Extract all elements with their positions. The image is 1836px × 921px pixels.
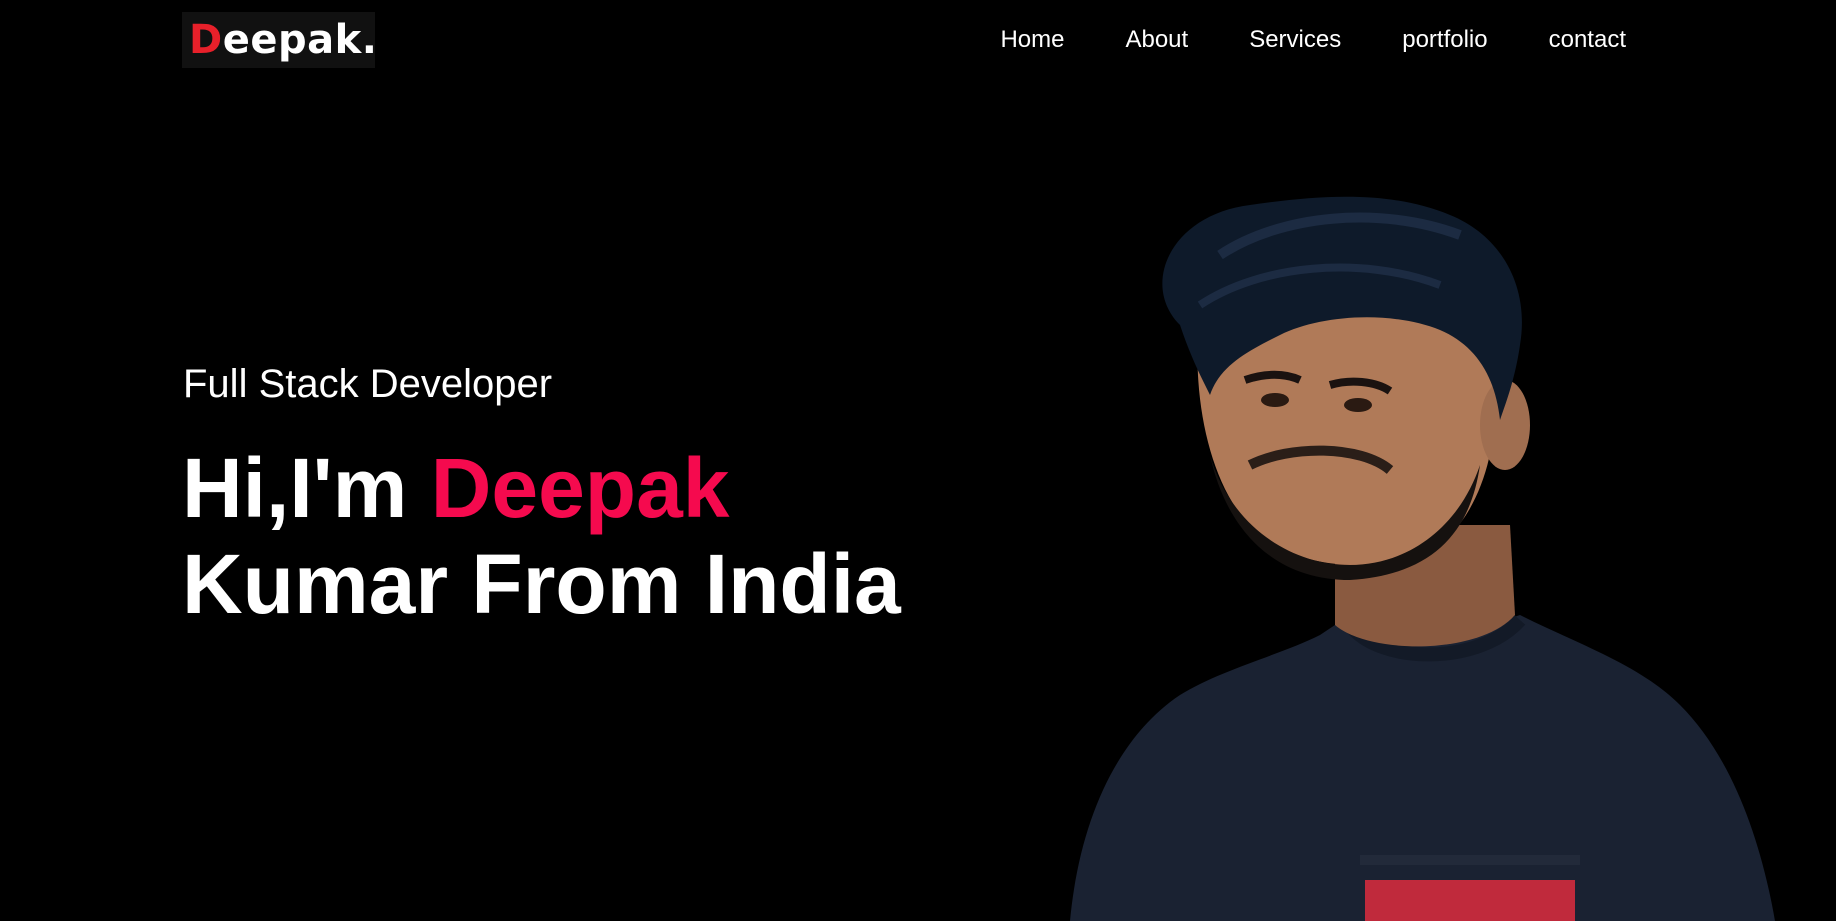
hero-line2: Kumar From India bbox=[182, 537, 901, 631]
nav-portfolio-link[interactable]: portfolio bbox=[1402, 24, 1487, 56]
site-logo[interactable]: Deepak. bbox=[182, 12, 378, 68]
hero-greeting: Hi,I'm bbox=[182, 441, 408, 535]
person-portrait-icon bbox=[1070, 196, 1775, 921]
nav-services-link[interactable]: Services bbox=[1249, 24, 1341, 56]
nav-home-link[interactable]: Home bbox=[1000, 24, 1064, 56]
logo-rest: eepak. bbox=[222, 17, 378, 63]
main-nav: Home About Services portfolio contact bbox=[939, 24, 1626, 56]
hero-subtitle: Full Stack Developer bbox=[183, 362, 553, 406]
hero-name-highlight: Deepak bbox=[430, 441, 730, 535]
nav-about-link[interactable]: About bbox=[1125, 24, 1188, 56]
logo-first-letter: D bbox=[189, 17, 223, 63]
hero-headline: Hi,I'm Deepak Kumar From India bbox=[182, 440, 901, 632]
nav-contact-link[interactable]: contact bbox=[1549, 24, 1626, 56]
